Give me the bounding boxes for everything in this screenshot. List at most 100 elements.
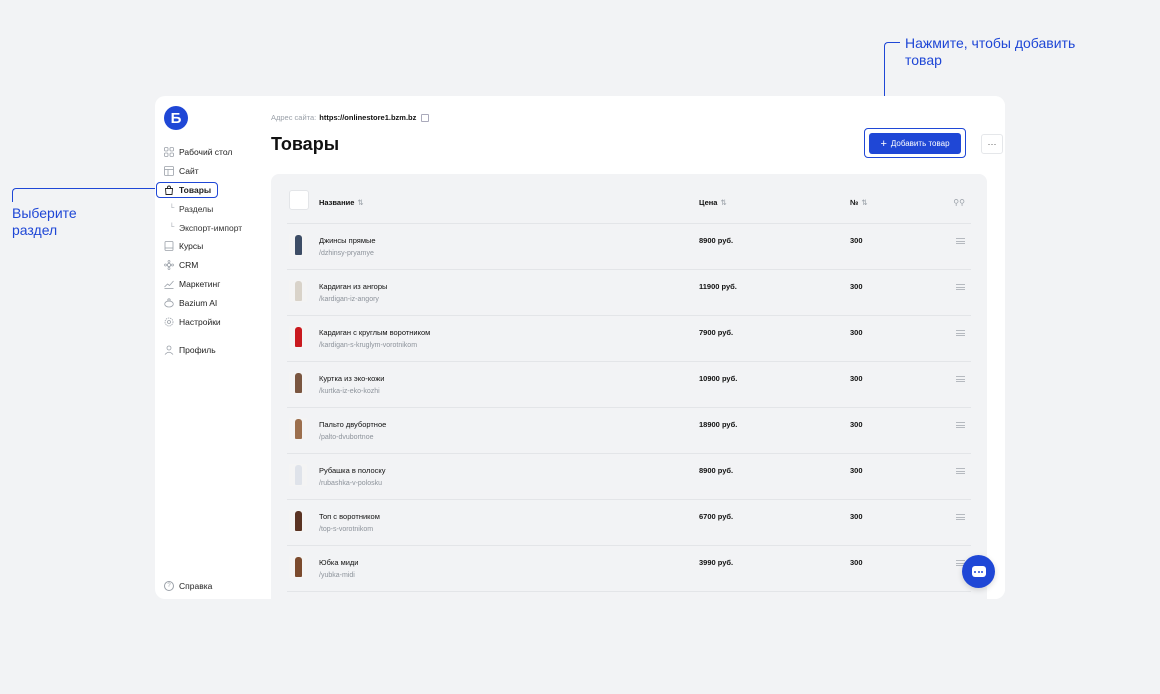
drag-handle-icon[interactable] xyxy=(956,376,965,382)
product-name[interactable]: Топ с воротником xyxy=(319,512,380,521)
help-link[interactable]: ? Справка xyxy=(164,581,212,591)
callout-line-left xyxy=(12,188,156,202)
sidebar-item-marketing[interactable]: Маркетинг xyxy=(155,276,271,292)
product-number: 300 xyxy=(850,558,863,567)
product-number: 300 xyxy=(850,282,863,291)
table-row[interactable]: Кардиган с круглым воротником /kardigan-… xyxy=(287,316,971,362)
sidebar-item-label: Товары xyxy=(179,184,212,195)
product-slug: /rubashka-v-polosku xyxy=(319,480,383,487)
product-name[interactable]: Пальто двубортное xyxy=(319,420,386,429)
chat-icon xyxy=(971,566,986,577)
sort-icon: ⇅ xyxy=(861,198,868,207)
product-number: 300 xyxy=(850,374,863,383)
select-all-checkbox[interactable] xyxy=(289,190,309,210)
table-row[interactable]: Куртка из эко-кожи /kurtka-iz-eko-kozhi … xyxy=(287,362,971,408)
drag-handle-icon[interactable] xyxy=(956,422,965,428)
sidebar-item-bazium-ai[interactable]: Bazium AI xyxy=(155,295,271,311)
sub-arrow-icon: └ xyxy=(169,205,175,213)
product-price: 8900 руб. xyxy=(699,466,734,475)
bag-icon xyxy=(164,185,174,195)
drag-handle-icon[interactable] xyxy=(956,284,965,290)
external-link-icon[interactable] xyxy=(421,113,430,122)
product-number: 300 xyxy=(850,328,863,337)
chart-icon xyxy=(164,279,174,290)
drag-handle-icon[interactable] xyxy=(956,238,965,244)
sidebar-item-site[interactable]: Сайт xyxy=(155,163,271,179)
product-thumbnail xyxy=(289,372,307,394)
sidebar-item-label: Маркетинг xyxy=(179,279,221,290)
book-icon xyxy=(164,241,174,252)
chat-support-button[interactable] xyxy=(962,555,995,588)
product-price: 8900 руб. xyxy=(699,236,734,245)
column-name-label: Название xyxy=(319,198,355,207)
sub-arrow-icon: └ xyxy=(169,224,175,232)
product-name[interactable]: Юбка миди xyxy=(319,558,359,567)
product-name[interactable]: Кардиган из ангоры xyxy=(319,282,387,291)
sort-icon: ⇅ xyxy=(357,198,364,207)
grid-icon xyxy=(164,147,174,157)
column-name[interactable]: Название ⇅ xyxy=(319,198,364,207)
product-price: 3990 руб. xyxy=(699,558,734,567)
product-slug: /kurtka-iz-eko-kozhi xyxy=(319,388,380,395)
ai-icon xyxy=(164,298,174,308)
sidebar-item-label: Настройки xyxy=(179,317,221,328)
plus-icon: + xyxy=(880,137,887,150)
sidebar-item-export-import[interactable]: └ Экспорт-импорт xyxy=(155,220,271,236)
column-number-label: № xyxy=(850,198,859,207)
product-image xyxy=(295,373,302,393)
product-slug: /dzhinsy-pryamye xyxy=(319,250,374,257)
product-thumbnail xyxy=(289,326,307,348)
sidebar-item-label: Курсы xyxy=(179,241,204,252)
app-window: Б Рабочий стол Сайт Товары └ Разделы └ Э… xyxy=(155,96,1005,599)
site-address-url[interactable]: https://onlinestore1.bzm.bz xyxy=(319,113,416,122)
sidebar-item-label: Разделы xyxy=(179,203,214,214)
user-icon xyxy=(164,345,174,355)
sidebar-item-courses[interactable]: Курсы xyxy=(155,238,271,254)
table-row[interactable]: Юбка миди /yubka-midi 3990 руб. 300 xyxy=(287,546,971,592)
sidebar-item-crm[interactable]: CRM xyxy=(155,257,271,273)
select-section-callout: Выберите раздел xyxy=(12,205,77,238)
column-price[interactable]: Цена ⇅ xyxy=(699,198,727,207)
more-options-button[interactable]: ··· xyxy=(981,134,1003,154)
product-image xyxy=(295,465,302,485)
sidebar-item-dashboard[interactable]: Рабочий стол xyxy=(155,144,271,160)
sidebar-item-sections[interactable]: └ Разделы xyxy=(155,201,271,217)
sidebar-item-settings[interactable]: Настройки xyxy=(155,314,271,330)
gear-icon xyxy=(164,317,174,327)
table-row[interactable]: Рубашка в полоску /rubashka-v-polosku 89… xyxy=(287,454,971,500)
product-thumbnail xyxy=(289,418,307,440)
sidebar-item-profile[interactable]: Профиль xyxy=(155,342,271,358)
product-number: 300 xyxy=(850,236,863,245)
product-slug: /kardigan-iz-angory xyxy=(319,296,379,303)
site-address-label: Адрес сайта: xyxy=(271,113,317,122)
drag-handle-icon[interactable] xyxy=(956,330,965,336)
column-settings-icon[interactable]: ⚲⚲ xyxy=(953,198,965,207)
product-image xyxy=(295,327,302,347)
drag-handle-icon[interactable] xyxy=(956,514,965,520)
product-number: 300 xyxy=(850,466,863,475)
sidebar: Б Рабочий стол Сайт Товары └ Разделы └ Э… xyxy=(155,96,271,599)
table-row[interactable]: Джинсы прямые /dzhinsy-pryamye 8900 руб.… xyxy=(287,224,971,270)
brand-logo[interactable]: Б xyxy=(164,106,188,130)
product-name[interactable]: Рубашка в полоску xyxy=(319,466,385,475)
table-row[interactable]: Топ с воротником /top-s-vorotnikom 6700 … xyxy=(287,500,971,546)
table-row[interactable]: Пальто двубортное /palto-dvubortnoe 1890… xyxy=(287,408,971,454)
sidebar-item-products[interactable]: Товары xyxy=(156,181,218,198)
page-title: Товары xyxy=(271,134,340,154)
add-product-button[interactable]: + Добавить товар xyxy=(869,133,961,154)
product-name[interactable]: Кардиган с круглым воротником xyxy=(319,328,430,337)
sidebar-item-label: Сайт xyxy=(179,165,199,176)
product-price: 7900 руб. xyxy=(699,328,734,337)
table-header: Название ⇅ Цена ⇅ № ⇅ ⚲⚲ xyxy=(287,174,971,224)
product-name[interactable]: Джинсы прямые xyxy=(319,236,376,245)
table-row[interactable]: Кардиган из ангоры /kardigan-iz-angory 1… xyxy=(287,270,971,316)
product-image xyxy=(295,281,302,301)
column-number[interactable]: № ⇅ xyxy=(850,198,868,207)
sidebar-item-label: Профиль xyxy=(179,345,216,356)
sort-icon: ⇅ xyxy=(720,198,727,207)
product-name[interactable]: Куртка из эко-кожи xyxy=(319,374,384,383)
product-price: 11900 руб. xyxy=(699,282,737,291)
drag-handle-icon[interactable] xyxy=(956,468,965,474)
product-thumbnail xyxy=(289,556,307,578)
sidebar-item-label: Bazium AI xyxy=(179,298,218,309)
